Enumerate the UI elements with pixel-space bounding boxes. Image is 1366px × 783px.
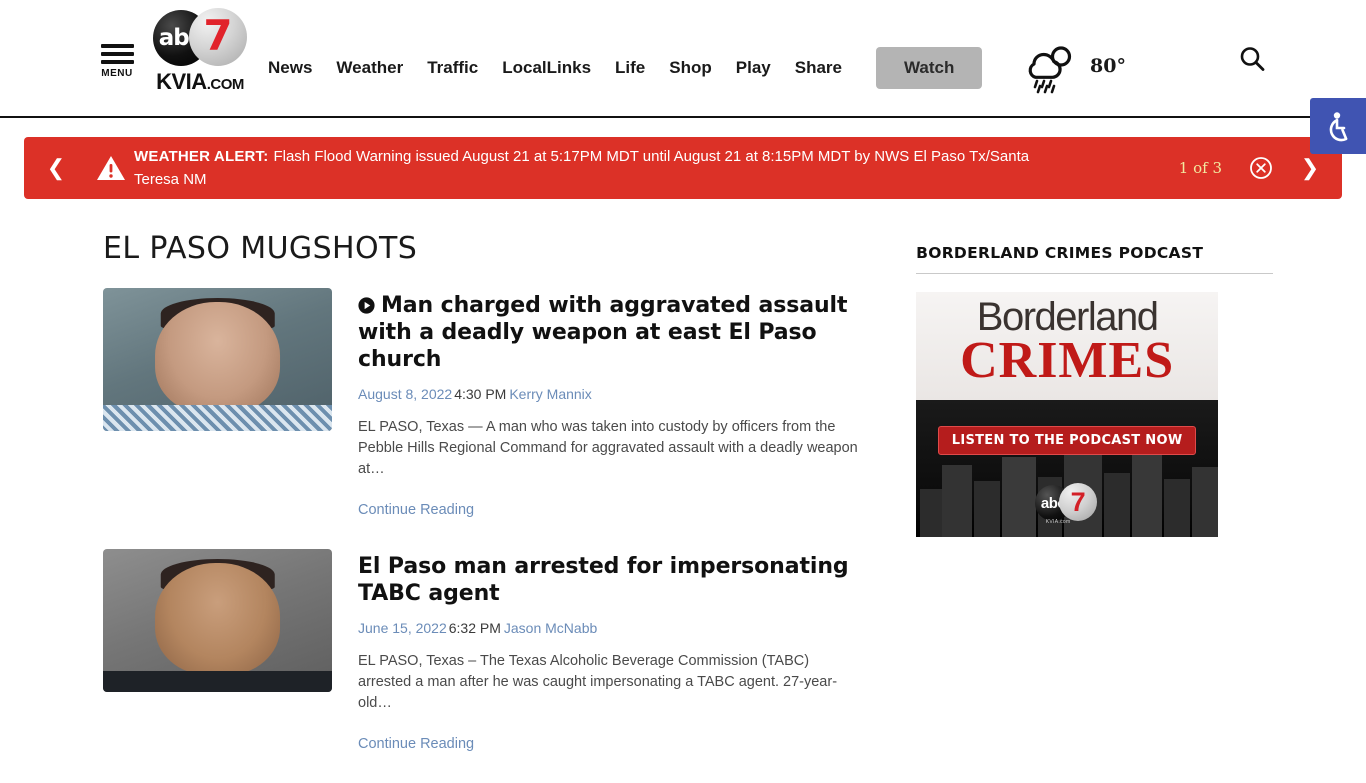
podcast-logo-caption: KVIA.com <box>1045 519 1071 525</box>
hamburger-bar <box>100 60 134 64</box>
nav-item-news[interactable]: News <box>268 58 312 78</box>
seven-circle: 7 <box>189 8 247 66</box>
weather-temperature: 80° <box>1090 55 1126 77</box>
alert-close-button[interactable] <box>1244 156 1278 180</box>
nav-item-share[interactable]: Share <box>795 58 842 78</box>
alert-message: Flash Flood Warning issued August 21 at … <box>134 148 1030 188</box>
warning-triangle-icon <box>97 156 125 180</box>
article-excerpt: EL PASO, Texas – The Texas Alcoholic Bev… <box>358 653 838 711</box>
alert-label: WEATHER ALERT: <box>134 148 269 165</box>
menu-button[interactable]: MENU <box>98 44 136 80</box>
article-headline[interactable]: El Paso man arrested for impersonating T… <box>358 553 864 607</box>
hamburger-bar <box>100 52 134 56</box>
article-headline[interactable]: Man charged with aggravated assault with… <box>358 292 864 373</box>
article-body: Man charged with aggravated assault with… <box>358 288 864 519</box>
article-headline-text: El Paso man arrested for impersonating T… <box>358 554 849 606</box>
skyline-building <box>1002 457 1037 537</box>
podcast-abc7-logo-icon: abc 7 KVIA.com <box>1035 483 1099 525</box>
page-body: EL PASO MUGSHOTS Man charged with aggrav… <box>0 199 1366 783</box>
article-headline-text: Man charged with aggravated assault with… <box>358 293 848 372</box>
search-icon <box>1240 47 1265 71</box>
article-item: Man charged with aggravated assault with… <box>103 288 864 519</box>
layout-container: EL PASO MUGSHOTS Man charged with aggrav… <box>93 199 1273 783</box>
site-logo[interactable]: abc 7 KVIA.COM <box>148 8 252 97</box>
article-author[interactable]: Jason McNabb <box>504 620 597 636</box>
weather-widget[interactable]: 80° <box>1022 38 1126 94</box>
skyline-building <box>1192 467 1219 537</box>
nav-item-shop[interactable]: Shop <box>669 58 712 78</box>
article-time: 4:30 PM <box>454 386 507 402</box>
nav-item-life[interactable]: Life <box>615 58 645 78</box>
logo-dotcom: .COM <box>206 76 245 93</box>
close-circle-icon <box>1250 157 1272 179</box>
thumb-detail <box>103 405 332 431</box>
watch-button[interactable]: Watch <box>876 47 983 89</box>
abc7-logo-icon: abc 7 <box>153 8 247 68</box>
alert-text: WEATHER ALERT: Flash Flood Warning issued… <box>134 145 1059 191</box>
alert-body[interactable]: WEATHER ALERT: Flash Flood Warning issued… <box>134 145 1171 191</box>
sidebar-heading-podcast: BORDERLAND CRIMES PODCAST <box>916 244 1273 274</box>
play-circle-icon <box>358 297 375 314</box>
sidebar: BORDERLAND CRIMES PODCAST Borderland CRI… <box>916 199 1273 783</box>
alert-counter: 1 of 3 <box>1178 159 1222 177</box>
nav-item-play[interactable]: Play <box>736 58 771 78</box>
alert-warning-icon-wrap <box>88 154 134 182</box>
main-navigation: News Weather Traffic LocalLinks Life Sho… <box>268 47 983 89</box>
accessibility-button[interactable] <box>1310 98 1366 154</box>
nav-item-locallinks[interactable]: LocalLinks <box>502 58 591 78</box>
weather-alert-banner: ❮ WEATHER ALERT: Flash Flood Warning issu… <box>24 137 1342 199</box>
alert-prev-button[interactable]: ❮ <box>24 157 88 179</box>
article-date: June 15, 2022 <box>358 620 447 636</box>
article-meta: June 15, 2022 6:32 PM Jason McNabb <box>358 619 864 637</box>
article-thumbnail[interactable] <box>103 549 332 692</box>
thumb-detail <box>103 670 332 692</box>
menu-label: MENU <box>101 68 133 79</box>
article-author[interactable]: Kerry Mannix <box>509 386 591 402</box>
nav-item-weather[interactable]: Weather <box>336 58 403 78</box>
article-body: El Paso man arrested for impersonating T… <box>358 549 864 753</box>
podcast-promo-card[interactable]: Borderland CRIMES LISTEN TO THE PODCAST … <box>916 292 1219 537</box>
hamburger-bar <box>100 44 134 48</box>
continue-reading-link[interactable]: Continue Reading <box>358 736 474 752</box>
logo-wordmark: KVIA.COM <box>148 70 252 97</box>
alert-next-button[interactable]: ❯ <box>1278 157 1342 179</box>
podcast-logo-seven: 7 <box>1059 483 1098 521</box>
thumb-detail <box>154 302 281 414</box>
search-button[interactable] <box>1237 44 1267 74</box>
skyline-building <box>1164 479 1191 537</box>
rain-cloud-icon <box>1028 46 1072 94</box>
thumb-detail <box>154 563 281 675</box>
article-time: 6:32 PM <box>448 620 501 636</box>
skyline-building <box>1104 473 1131 537</box>
logo-kvia: KVIA <box>156 69 207 94</box>
nav-item-traffic[interactable]: Traffic <box>427 58 478 78</box>
accessibility-icon <box>1329 112 1348 142</box>
article-thumbnail[interactable] <box>103 288 332 431</box>
skyline-building <box>1132 455 1163 537</box>
article-excerpt: EL PASO, Texas — A man who was taken int… <box>358 419 858 477</box>
seven-text: 7 <box>203 10 233 60</box>
skyline-building <box>974 481 1001 537</box>
continue-reading-link[interactable]: Continue Reading <box>358 502 474 518</box>
skyline-building <box>942 465 973 537</box>
podcast-title-line2: CRIMES <box>960 332 1175 389</box>
skyline-building <box>920 489 943 537</box>
article-item: El Paso man arrested for impersonating T… <box>103 549 864 753</box>
article-meta: August 8, 2022 4:30 PM Kerry Mannix <box>358 385 864 403</box>
main-content: EL PASO MUGSHOTS Man charged with aggrav… <box>103 199 864 783</box>
article-date: August 8, 2022 <box>358 386 453 402</box>
site-header: MENU abc 7 KVIA.COM News Weather Traffic… <box>0 0 1366 118</box>
page-title: EL PASO MUGSHOTS <box>103 231 418 266</box>
podcast-cta-button[interactable]: LISTEN TO THE PODCAST NOW <box>938 426 1197 455</box>
